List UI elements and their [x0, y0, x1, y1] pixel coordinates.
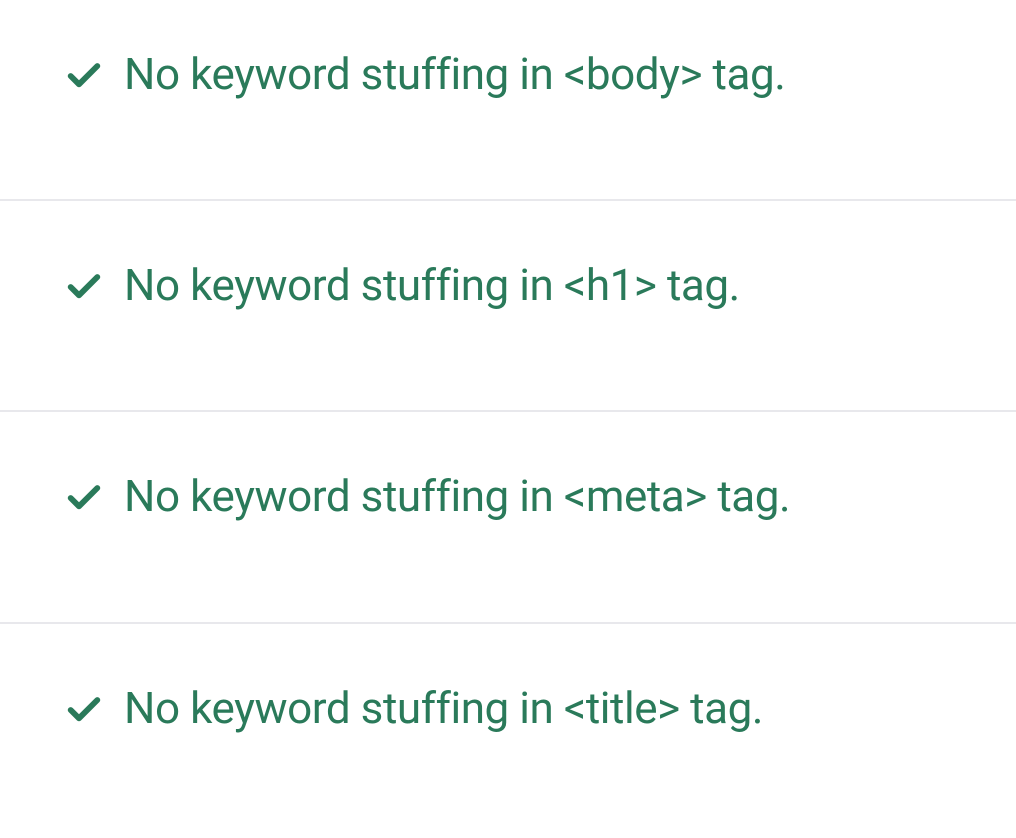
check-item: No keyword stuffing in <title> tag. [0, 624, 1016, 797]
check-icon [64, 690, 104, 730]
check-label: No keyword stuffing in <title> tag. [124, 680, 763, 737]
check-icon [64, 56, 104, 96]
check-item: No keyword stuffing in <meta> tag. [0, 412, 1016, 623]
seo-checks-list: No keyword stuffing in <body> tag. No ke… [0, 0, 1016, 797]
check-label: No keyword stuffing in <meta> tag. [124, 468, 790, 525]
check-label: No keyword stuffing in <body> tag. [124, 46, 785, 103]
check-item: No keyword stuffing in <h1> tag. [0, 201, 1016, 412]
check-icon [64, 478, 104, 518]
check-icon [64, 267, 104, 307]
check-label: No keyword stuffing in <h1> tag. [124, 257, 740, 314]
check-item: No keyword stuffing in <body> tag. [0, 0, 1016, 201]
